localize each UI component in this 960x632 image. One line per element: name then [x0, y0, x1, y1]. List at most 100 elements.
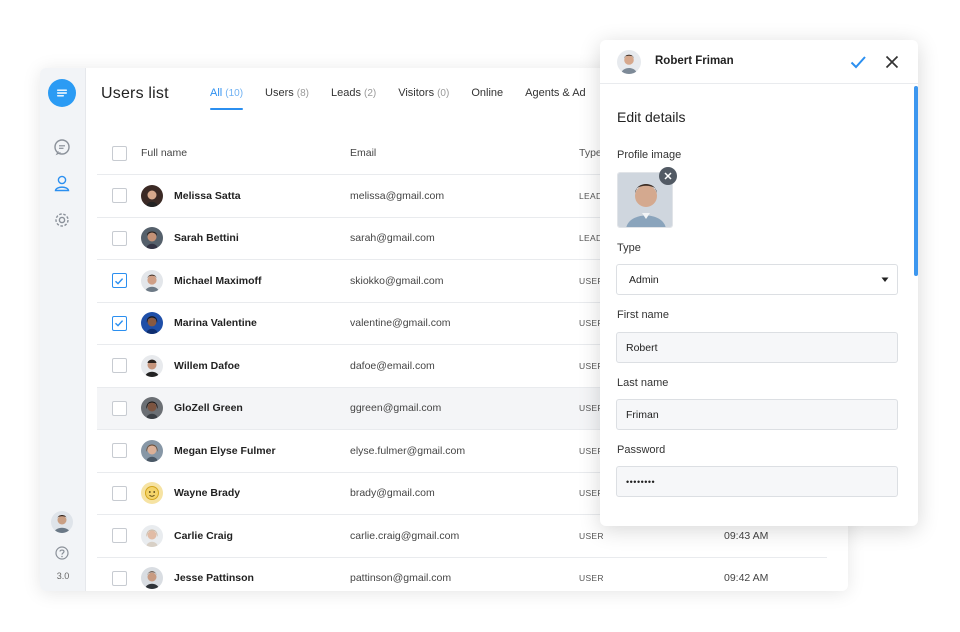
avatar	[141, 397, 163, 420]
user-email: pattinson@gmail.com	[350, 572, 452, 585]
table-row[interactable]: Jesse Pattinson pattinson@gmail.com USER…	[97, 556, 827, 592]
tab-label: Visitors	[398, 87, 435, 99]
stage: 3.0 Users list All (10) Users (8) Leads (2)…	[0, 0, 960, 632]
panel-scrollbar[interactable]	[914, 86, 918, 276]
tab-count: (8)	[296, 88, 309, 99]
user-name: Carlie Craig	[174, 529, 233, 542]
save-button[interactable]	[848, 52, 868, 72]
avatar	[141, 354, 163, 377]
current-user-avatar[interactable]	[51, 511, 73, 533]
conversations-icon	[54, 139, 70, 156]
user-email: carlie.craig@gmail.com	[350, 529, 460, 542]
row-checkbox-checked[interactable]	[111, 315, 127, 331]
last-name-input[interactable]: Friman	[616, 399, 898, 430]
sidebar-users[interactable]	[52, 173, 72, 193]
row-checkbox[interactable]	[111, 528, 127, 544]
check-icon	[850, 56, 866, 69]
filter-tabs: All (10) Users (8) Leads (2) Visitors (0) On…	[210, 87, 608, 110]
row-checkbox[interactable]	[111, 443, 127, 459]
user-email: melissa@gmail.com	[350, 189, 445, 202]
tab-all[interactable]: All (10)	[210, 87, 244, 110]
user-name: Melissa Satta	[174, 189, 241, 202]
avatar	[141, 482, 163, 505]
user-name: Jesse Pattinson	[174, 572, 254, 585]
remove-image-button[interactable]	[659, 167, 677, 185]
avatar	[141, 439, 163, 462]
user-name: Michael Maximoff	[174, 274, 262, 287]
password-input[interactable]: ••••••••	[616, 466, 898, 497]
type-label: Type	[617, 242, 641, 254]
check-icon	[115, 277, 124, 285]
remove-image-icon	[664, 172, 672, 180]
tab-leads[interactable]: Leads (2)	[331, 87, 376, 110]
sidebar-help[interactable]	[52, 543, 72, 563]
avatar	[141, 312, 163, 335]
tab-agents[interactable]: Agents & Ad	[525, 87, 586, 110]
tab-count: (10)	[225, 88, 244, 99]
panel-header: Robert Friman	[600, 40, 918, 84]
user-email: skiokko@gmail.com	[350, 274, 444, 287]
last-name-label: Last name	[617, 377, 669, 389]
users-icon	[54, 175, 70, 192]
user-email: valentine@gmail.com	[350, 317, 451, 330]
tab-users[interactable]: Users (8)	[265, 87, 309, 110]
user-type: USER	[579, 530, 604, 541]
user-email: ggreen@gmail.com	[350, 402, 442, 415]
tab-label: Users	[265, 87, 294, 99]
app-version: 3.0	[56, 571, 70, 581]
avatar	[141, 524, 163, 547]
avatar	[141, 567, 163, 590]
avatar	[141, 184, 163, 207]
avatar	[141, 227, 163, 250]
sidebar: 3.0	[40, 68, 86, 591]
user-name: Megan Elyse Fulmer	[174, 444, 276, 457]
tab-label: Online	[471, 87, 504, 99]
tab-label: All	[210, 87, 223, 99]
section-title: Edit details	[617, 109, 686, 125]
app-logo[interactable]	[48, 79, 76, 107]
check-icon	[115, 320, 124, 327]
tab-label: Agents & Ad	[525, 87, 586, 99]
row-checkbox[interactable]	[111, 570, 127, 586]
chat-bubble-lines-icon	[57, 89, 67, 97]
user-name: Wayne Brady	[174, 487, 241, 500]
panel-user-name: Robert Friman	[655, 55, 734, 67]
column-full-name[interactable]: Full name	[141, 147, 350, 159]
settings-gear-icon	[55, 213, 69, 227]
profile-image-label: Profile image	[617, 149, 682, 161]
password-label: Password	[617, 444, 666, 456]
help-icon	[55, 546, 69, 560]
sidebar-conversations[interactable]	[52, 137, 72, 157]
tab-online[interactable]: Online	[471, 87, 503, 110]
row-checkbox[interactable]	[111, 230, 127, 246]
user-name: Marina Valentine	[174, 317, 257, 330]
close-button[interactable]	[882, 52, 902, 72]
panel-user-avatar	[617, 50, 641, 74]
user-email: elyse.fulmer@gmail.com	[350, 444, 466, 457]
user-email: dafoe@email.com	[350, 359, 435, 372]
user-type: USER	[579, 573, 604, 584]
user-name: Willem Dafoe	[174, 359, 240, 372]
user-email: sarah@gmail.com	[350, 232, 435, 245]
user-email: brady@gmail.com	[350, 487, 435, 500]
user-time: 09:42 AM	[724, 572, 769, 585]
tab-label: Leads	[331, 87, 361, 99]
row-checkbox[interactable]	[111, 485, 127, 501]
type-select[interactable]: Admin	[616, 264, 898, 295]
user-name: GloZell Green	[174, 402, 243, 415]
column-email[interactable]: Email	[350, 147, 579, 159]
tab-count: (2)	[363, 88, 377, 99]
row-checkbox-checked[interactable]	[111, 273, 127, 289]
avatar	[141, 269, 163, 292]
close-icon	[885, 55, 899, 69]
row-checkbox[interactable]	[111, 400, 127, 416]
tab-count: (0)	[437, 88, 450, 99]
select-all-checkbox[interactable]	[111, 145, 127, 161]
tab-visitors[interactable]: Visitors (0)	[398, 87, 449, 110]
user-name: Sarah Bettini	[174, 232, 239, 245]
row-checkbox[interactable]	[111, 188, 127, 204]
first-name-input[interactable]: Robert	[616, 332, 898, 363]
sidebar-settings[interactable]	[52, 210, 72, 230]
row-checkbox[interactable]	[111, 358, 127, 374]
edit-user-panel: Robert Friman Edit details Profile image…	[600, 40, 918, 526]
